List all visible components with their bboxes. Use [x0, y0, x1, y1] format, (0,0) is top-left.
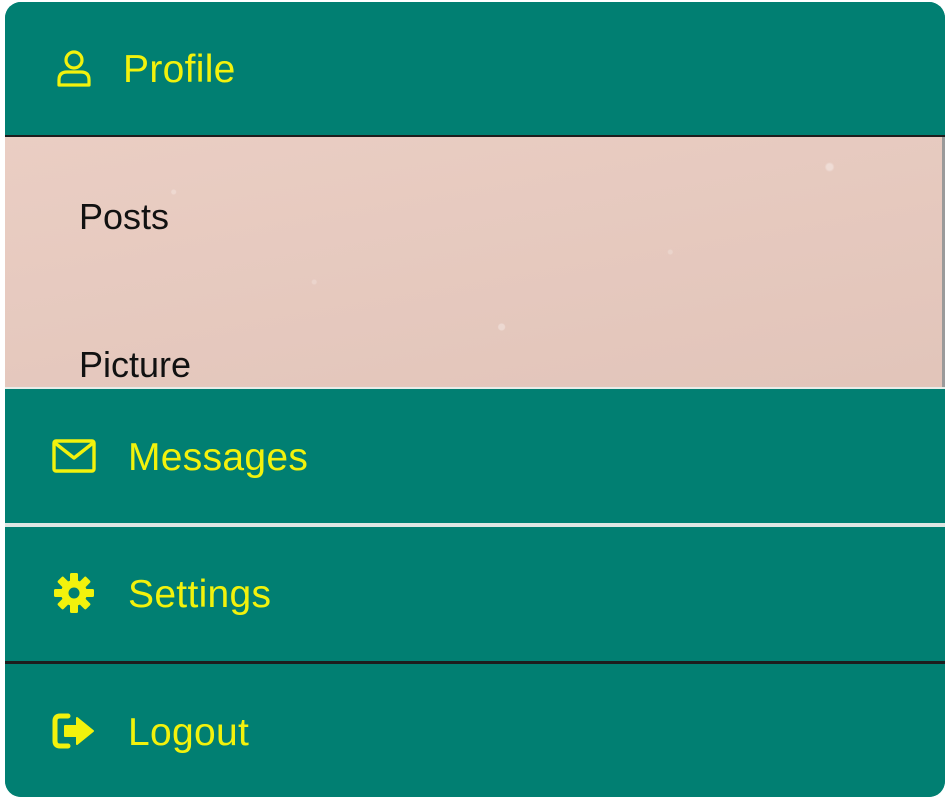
- submenu-item-picture[interactable]: Picture: [79, 347, 191, 383]
- menu-item-messages[interactable]: Messages: [5, 389, 945, 523]
- submenu-item-posts[interactable]: Posts: [79, 199, 169, 235]
- menu-item-profile[interactable]: Profile: [5, 2, 945, 135]
- gear-icon: [52, 571, 96, 615]
- menu-item-settings[interactable]: Settings: [5, 527, 945, 661]
- envelope-icon: [52, 434, 96, 478]
- menu-item-logout[interactable]: Logout: [5, 664, 945, 797]
- logout-icon: [52, 709, 96, 753]
- menu-item-label: Messages: [128, 436, 309, 479]
- menu-item-label: Profile: [123, 48, 236, 91]
- profile-submenu: Posts Picture: [5, 137, 945, 387]
- menu-item-label: Logout: [128, 711, 250, 754]
- menu-item-label: Settings: [128, 573, 272, 616]
- user-icon: [52, 46, 96, 90]
- sidebar-menu: Profile Posts Picture Messages Settings …: [5, 2, 945, 797]
